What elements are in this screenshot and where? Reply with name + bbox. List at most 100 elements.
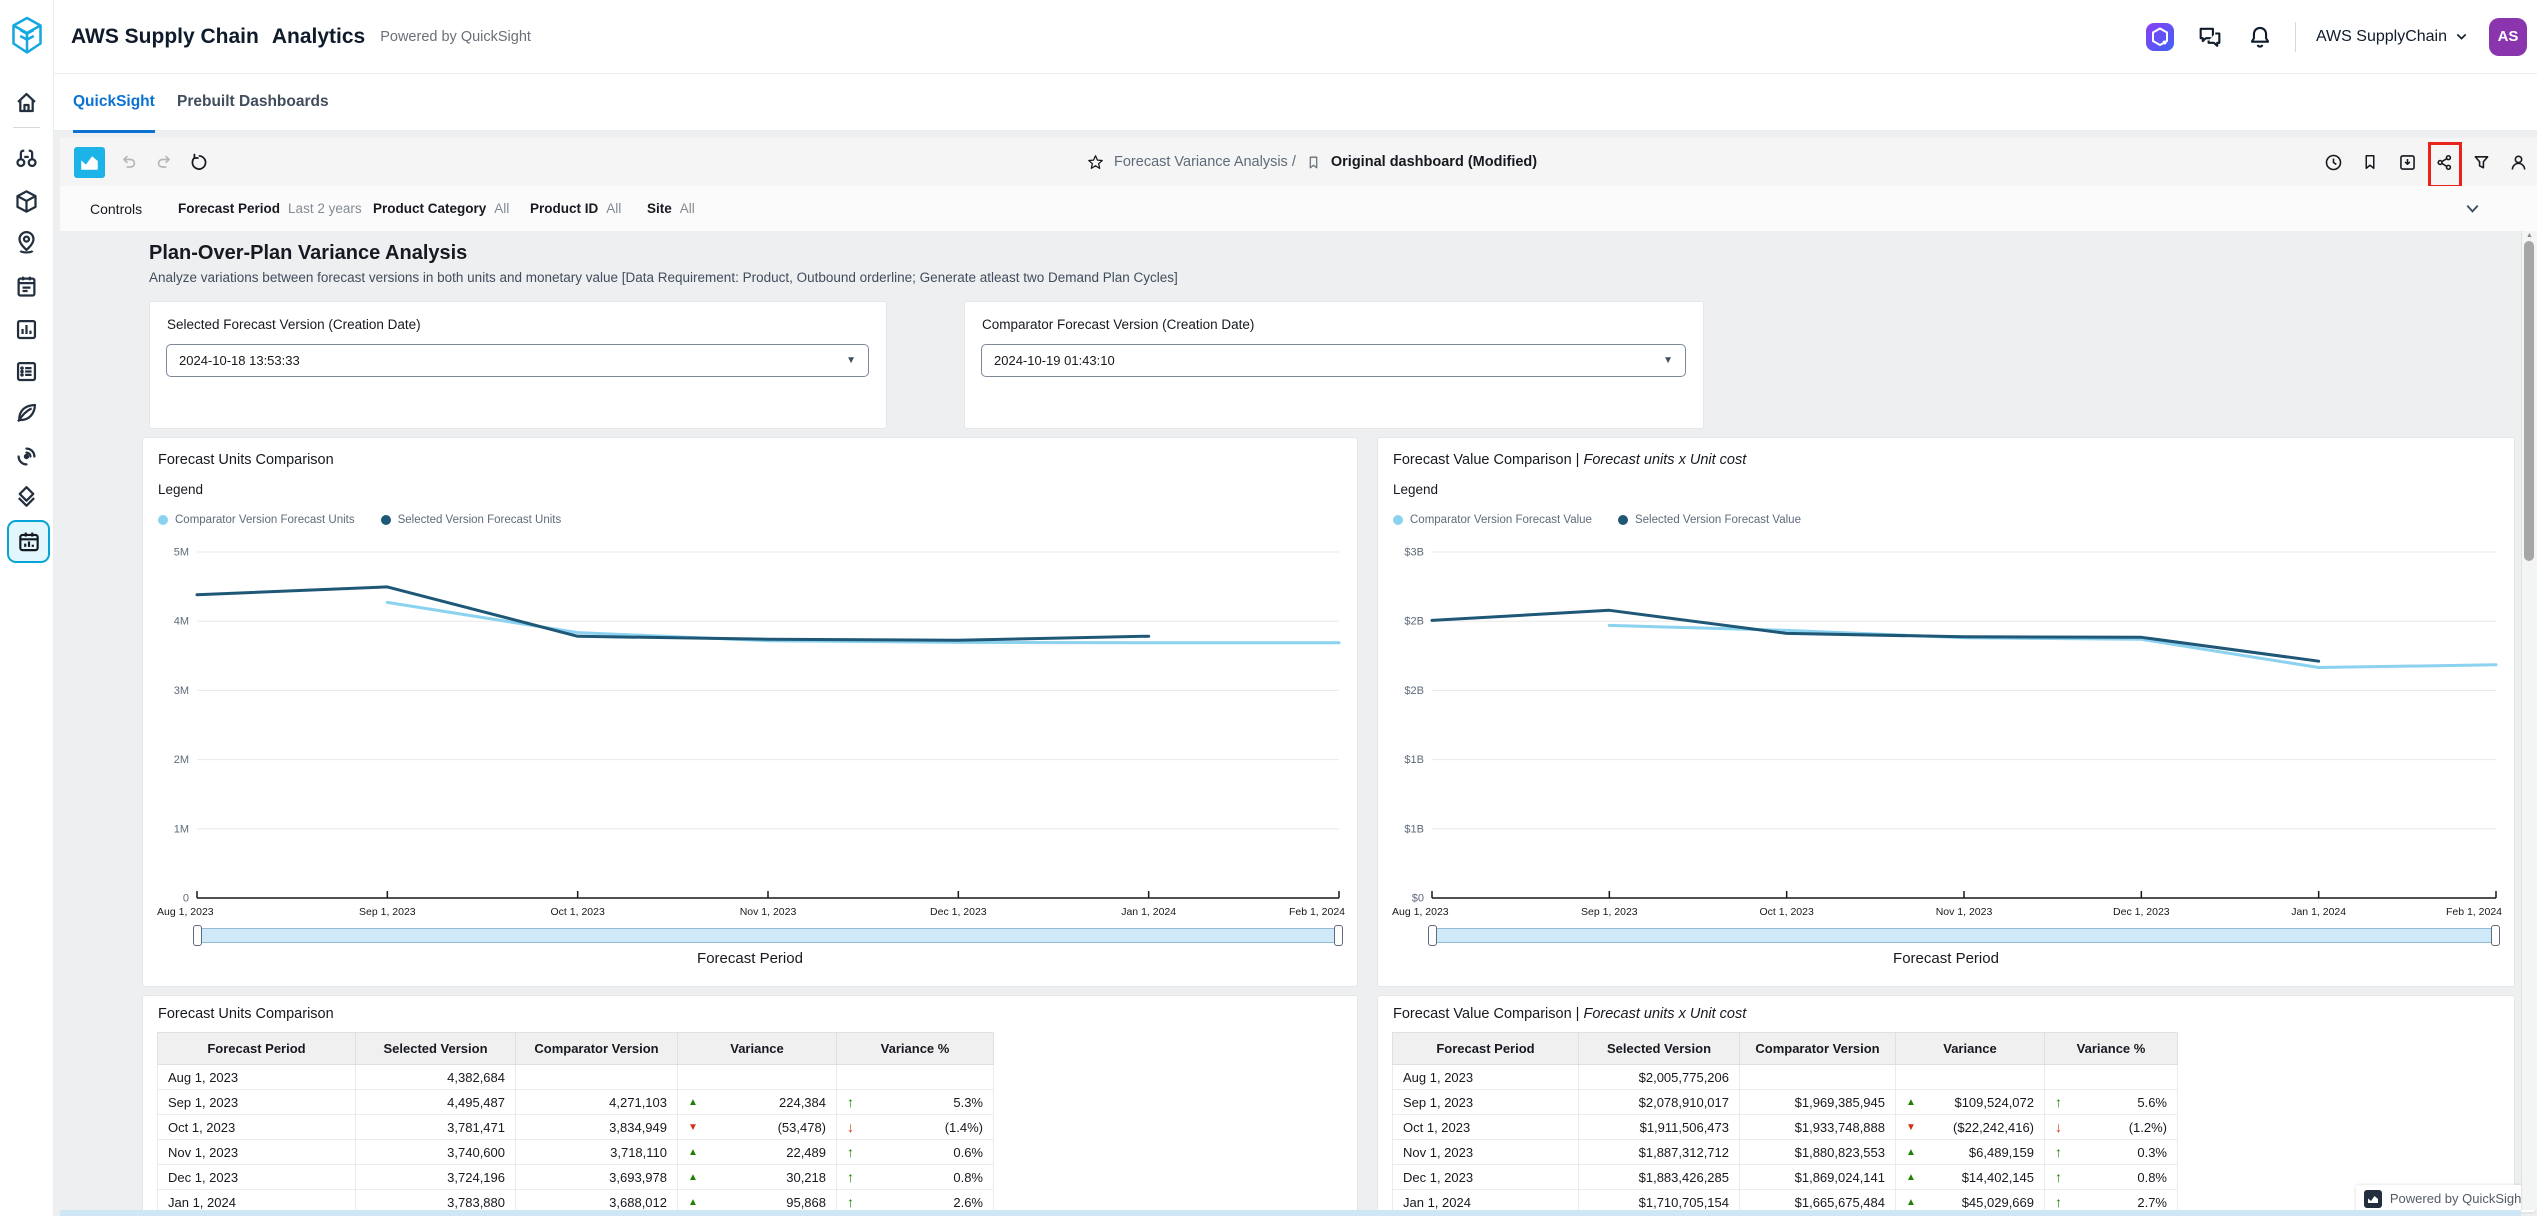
legend-dot [158,515,168,525]
home-icon[interactable] [13,89,40,116]
legend-item[interactable]: Selected Version Forecast Units [381,514,562,526]
slider-handle-left[interactable] [193,925,202,946]
column-header[interactable]: Variance % [2045,1033,2178,1065]
redo-icon[interactable] [153,151,175,173]
horizontal-scrollbar[interactable] [60,1210,2521,1216]
scroll-up-arrow-icon[interactable]: ▲ [2526,232,2533,239]
svg-text:5M: 5M [174,547,189,559]
location-pin-icon[interactable] [13,229,40,256]
column-header[interactable]: Variance [678,1033,837,1065]
schedule-clock-icon[interactable] [2322,151,2344,173]
column-header[interactable]: Forecast Period [1393,1033,1579,1065]
export-icon[interactable] [2396,151,2418,173]
table-row: Nov 1, 2023$1,887,312,712$1,880,823,553▲… [1393,1140,2178,1165]
selected-version-dropdown[interactable]: 2024-10-18 13:53:33 ▼ [166,344,869,377]
avatar[interactable]: AS [2489,18,2527,56]
cell-period: Nov 1, 2023 [1393,1140,1579,1165]
table-row: Dec 1, 2023$1,883,426,285$1,869,024,141▲… [1393,1165,2178,1190]
chart-title: Forecast Value Comparison | Forecast uni… [1393,452,1746,468]
legend-dot [1393,515,1403,525]
bar-chart-icon[interactable] [13,316,40,343]
column-header[interactable]: Variance % [837,1033,994,1065]
account-label: AWS SupplyChain [2316,28,2447,46]
controls-collapse-chevron-icon[interactable] [2463,199,2482,218]
column-header[interactable]: Comparator Version [1740,1033,1896,1065]
column-header[interactable]: Selected Version [356,1033,516,1065]
legend-item[interactable]: Comparator Version Forecast Value [1393,514,1592,526]
scrollbar-thumb[interactable] [2524,241,2534,561]
cell-selected-version: $2,078,910,017 [1579,1090,1740,1115]
star-icon[interactable] [1086,153,1105,172]
svg-text:$1B: $1B [1404,823,1424,835]
svg-text:Oct 1, 2023: Oct 1, 2023 [1760,906,1814,918]
bookmark-outline-icon [1305,154,1322,171]
column-header[interactable]: Comparator Version [516,1033,678,1065]
tab-quicksight[interactable]: QuickSight [73,73,155,133]
chart-legend: Comparator Version Forecast Value Selecte… [1393,514,1801,526]
units-table-card: Forecast Units Comparison Forecast Perio… [142,995,1358,1216]
bookmark-icon[interactable] [2359,151,2381,173]
legend-item[interactable]: Comparator Version Forecast Units [158,514,355,526]
slider-handle-right[interactable] [1334,925,1343,946]
column-header[interactable]: Variance [1896,1033,2045,1065]
binoculars-icon[interactable] [13,144,40,171]
control-product-id[interactable]: Product ID All [530,186,621,231]
cell-variance-pct: ↑5.6% [2045,1090,2178,1115]
chevron-down-icon [2454,29,2469,44]
account-menu[interactable]: AWS SupplyChain [2316,28,2469,46]
breadcrumb-version-name[interactable]: Original dashboard (Modified) [1331,154,1537,170]
toolbar-actions [2322,138,2529,186]
slider-handle-right[interactable] [2491,925,2500,946]
slider-handle-left[interactable] [1428,925,1437,946]
chart-legend: Comparator Version Forecast Units Selecte… [158,514,561,526]
triangle-up-icon: ▲ [1906,1097,1920,1108]
user-icon[interactable] [2507,151,2529,173]
vertical-scrollbar[interactable]: ▲ [2521,231,2537,1210]
share-icon[interactable] [2433,151,2455,173]
svg-text:2M: 2M [174,754,189,766]
order-list-icon[interactable] [13,358,40,385]
column-header[interactable]: Selected Version [1579,1033,1740,1065]
sidebar-item-insights-active[interactable] [7,520,50,563]
radar-icon[interactable] [13,443,40,470]
control-product-category[interactable]: Product Category All [373,186,509,231]
control-forecast-period[interactable]: Forecast Period Last 2 years [178,186,362,231]
arrow-up-icon: ↑ [847,1144,861,1160]
amazon-q-icon[interactable] [2145,22,2175,52]
undo-icon[interactable] [118,151,140,173]
dashboard-sheet: Plan-Over-Plan Variance Analysis Analyze… [60,231,2537,1216]
tab-prebuilt-dashboards[interactable]: Prebuilt Dashboards [177,73,329,130]
breadcrumb-dashboard-name[interactable]: Forecast Variance Analysis / [1114,154,1296,170]
insights-calendar-icon [16,529,42,555]
quicksight-logo-icon[interactable] [74,147,105,178]
cell-selected-version: 3,781,471 [356,1115,516,1140]
svg-text:$2B: $2B [1404,685,1424,697]
cell-selected-version: 3,740,600 [356,1140,516,1165]
cell-period: Dec 1, 2023 [1393,1165,1579,1190]
control-site[interactable]: Site All [647,186,695,231]
leaf-icon[interactable] [13,399,40,426]
left-sidebar [0,0,54,1216]
notifications-bell-icon[interactable] [2245,22,2275,52]
svg-text:0: 0 [183,893,189,905]
selected-version-label: Selected Forecast Version (Creation Date… [167,317,421,332]
cell-variance-pct: ↓(1.2%) [2045,1115,2178,1140]
filter-funnel-icon[interactable] [2470,151,2492,173]
module-tabs: QuickSight Prebuilt Dashboards [53,73,2537,131]
table-row: Sep 1, 2023$2,078,910,017$1,969,385,945▲… [1393,1090,2178,1115]
comparator-version-dropdown[interactable]: 2024-10-19 01:43:10 ▼ [981,344,1686,377]
arrow-down-icon: ↓ [2055,1119,2069,1135]
column-header[interactable]: Forecast Period [158,1033,356,1065]
package-icon[interactable] [13,188,40,215]
reset-icon[interactable] [188,151,210,173]
table-row: Dec 1, 20233,724,1963,693,978▲30,218↑0.8… [158,1165,994,1190]
x-axis-range-slider[interactable] [195,928,1341,943]
x-axis-range-slider[interactable] [1430,928,2498,943]
svg-text:Nov 1, 2023: Nov 1, 2023 [740,906,797,918]
feedback-chat-icon[interactable] [2195,22,2225,52]
legend-item[interactable]: Selected Version Forecast Value [1618,514,1801,526]
clipboard-calendar-icon[interactable] [13,273,40,300]
supply-chain-logo-icon[interactable] [9,15,45,57]
app-section-title: Analytics [272,25,365,49]
layers-icon[interactable] [13,484,40,511]
